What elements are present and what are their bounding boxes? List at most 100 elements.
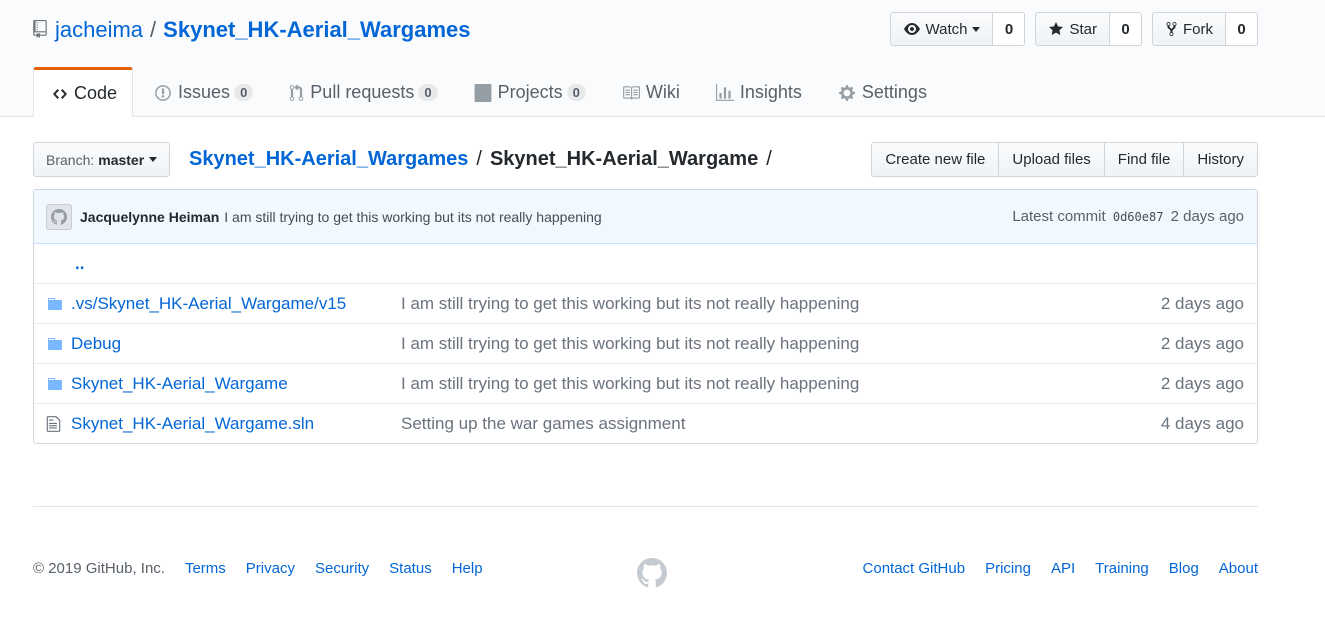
file-name-cell: Skynet_HK-Aerial_Wargame.sln	[71, 414, 401, 434]
file-age: 2 days ago	[1160, 373, 1244, 393]
commit-meta: Latest commit 0d60e87 2 days ago	[1012, 208, 1244, 225]
footer-divider	[33, 506, 1258, 507]
file-age: 2 days ago	[1160, 293, 1244, 313]
upload-files-button[interactable]: Upload files	[998, 142, 1105, 177]
footer-link-terms[interactable]: Terms	[185, 560, 226, 577]
tab-settings-label: Settings	[861, 82, 927, 102]
table-row: Skynet_HK-Aerial_Wargame I am still tryi…	[34, 363, 1257, 403]
tab-projects[interactable]: Projects 0	[453, 67, 601, 117]
tab-code[interactable]: Code	[33, 67, 134, 117]
tab-settings[interactable]: Settings	[817, 67, 942, 117]
branch-label: Branch:	[46, 151, 95, 168]
breadcrumb-root-link[interactable]: Skynet_HK-Aerial_Wargames	[189, 148, 468, 171]
find-file-button[interactable]: Find file	[1103, 142, 1185, 177]
tab-pull-requests[interactable]: Pull requests 0	[268, 67, 452, 117]
issue-opened-icon	[155, 84, 171, 101]
repo-name-link[interactable]: Skynet_HK-Aerial_Wargames	[163, 17, 470, 43]
repo-owner-link[interactable]: jacheima	[55, 17, 143, 43]
tab-wiki-label: Wiki	[645, 82, 680, 102]
commit-author-link[interactable]: Jacquelynne Heiman	[80, 209, 219, 225]
book-icon	[622, 85, 640, 100]
footer-link-help[interactable]: Help	[452, 560, 483, 577]
star-label: Star	[1069, 20, 1097, 38]
parent-directory-link[interactable]: ..	[75, 254, 84, 273]
repo-nav: Code Issues 0 Pull requests 0 Projects 0…	[33, 67, 942, 117]
file-commit-cell: I am still trying to get this working bu…	[401, 334, 1097, 354]
footer-link-contact[interactable]: Contact GitHub	[863, 560, 966, 577]
branch-select-button[interactable]: Branch: master	[33, 142, 171, 177]
pull-requests-counter: 0	[418, 84, 438, 101]
file-name-link[interactable]: Skynet_HK-Aerial_Wargame.sln	[71, 414, 314, 433]
file-commit-message-link[interactable]: I am still trying to get this working bu…	[401, 334, 859, 353]
repo-title: jacheima / Skynet_HK-Aerial_Wargames	[33, 15, 470, 45]
commit-age: 2 days ago	[1170, 208, 1244, 225]
table-row: Debug I am still trying to get this work…	[34, 323, 1257, 363]
footer-link-about[interactable]: About	[1219, 560, 1258, 577]
file-commit-cell: I am still trying to get this working bu…	[401, 294, 1097, 314]
footer-link-training[interactable]: Training	[1095, 560, 1149, 577]
latest-commit-label: Latest commit	[1012, 208, 1106, 225]
fork-button[interactable]: Fork	[1152, 12, 1226, 46]
tab-issues[interactable]: Issues 0	[133, 67, 268, 117]
latest-commit-bar: Jacquelynne Heiman I am still trying to …	[34, 190, 1257, 244]
file-commit-message-link[interactable]: I am still trying to get this working bu…	[401, 374, 859, 393]
parent-directory-row: ..	[34, 244, 1257, 283]
breadcrumb-trailing-separator: /	[766, 148, 772, 170]
watch-button[interactable]: Watch	[889, 12, 994, 46]
footer-left: © 2019 GitHub, Inc. Terms Privacy Securi…	[33, 560, 503, 577]
footer-right: Contact GitHub Pricing API Training Blog…	[843, 560, 1258, 577]
file-directory-icon	[34, 296, 71, 312]
github-mark-icon[interactable]	[637, 558, 667, 592]
tab-insights[interactable]: Insights	[695, 67, 817, 117]
footer-link-pricing[interactable]: Pricing	[985, 560, 1031, 577]
files-table: .. .vs/Skynet_HK-Aerial_Wargame/v15 I am…	[34, 244, 1257, 443]
fork-label: Fork	[1183, 20, 1213, 38]
tab-insights-label: Insights	[739, 82, 802, 102]
branch-value: master	[98, 151, 145, 168]
footer-link-privacy[interactable]: Privacy	[246, 560, 295, 577]
tab-projects-label: Projects	[497, 82, 563, 102]
file-actions: Create new file Upload files Find file H…	[871, 142, 1258, 177]
project-icon	[474, 83, 492, 102]
footer-link-api[interactable]: API	[1051, 560, 1075, 577]
breadcrumb-current: Skynet_HK-Aerial_Wargame	[489, 148, 759, 170]
star-button[interactable]: Star	[1035, 12, 1110, 46]
file-directory-icon	[34, 336, 71, 352]
file-commit-message-link[interactable]: I am still trying to get this working bu…	[401, 294, 859, 313]
file-commit-cell: I am still trying to get this working bu…	[401, 374, 1097, 394]
file-commit-cell: Setting up the war games assignment	[401, 414, 1097, 434]
file-name-link[interactable]: Skynet_HK-Aerial_Wargame	[71, 374, 288, 393]
eye-icon	[903, 23, 920, 35]
repo-header: jacheima / Skynet_HK-Aerial_Wargames Wat…	[0, 0, 1325, 117]
repo-forked-icon	[1166, 21, 1177, 37]
caret-down-icon	[149, 157, 158, 162]
fork-group: Fork 0	[1152, 12, 1258, 46]
code-icon	[53, 88, 67, 99]
watch-count[interactable]: 0	[993, 12, 1026, 46]
repo-icon	[33, 20, 49, 40]
gear-icon	[839, 84, 855, 101]
star-icon	[1049, 22, 1064, 35]
footer-link-status[interactable]: Status	[389, 560, 432, 577]
watch-group: Watch 0	[889, 12, 1026, 46]
fork-count[interactable]: 0	[1226, 12, 1258, 46]
create-new-file-button[interactable]: Create new file	[871, 142, 1000, 177]
footer-link-security[interactable]: Security	[315, 560, 369, 577]
file-name-link[interactable]: Debug	[71, 334, 121, 353]
site-footer: © 2019 GitHub, Inc. Terms Privacy Securi…	[33, 558, 1258, 588]
commit-message-link[interactable]: I am still trying to get this working bu…	[224, 209, 601, 225]
commit-sha-link[interactable]: 0d60e87	[1113, 210, 1164, 224]
footer-copyright: © 2019 GitHub, Inc.	[33, 560, 165, 577]
tab-wiki[interactable]: Wiki	[601, 67, 695, 117]
file-commit-message-link[interactable]: Setting up the war games assignment	[401, 414, 685, 433]
file-navigation: Branch: master Skynet_HK-Aerial_Wargames…	[33, 142, 1258, 177]
file-name-link[interactable]: .vs/Skynet_HK-Aerial_Wargame/v15	[71, 294, 346, 313]
star-count[interactable]: 0	[1110, 12, 1142, 46]
projects-counter: 0	[566, 84, 586, 101]
avatar[interactable]	[46, 203, 72, 230]
history-button[interactable]: History	[1183, 142, 1258, 177]
file-name-cell: Skynet_HK-Aerial_Wargame	[71, 374, 401, 394]
footer-link-blog[interactable]: Blog	[1169, 560, 1199, 577]
file-age: 2 days ago	[1160, 333, 1244, 353]
breadcrumb: Skynet_HK-Aerial_Wargames / Skynet_HK-Ae…	[189, 148, 780, 171]
